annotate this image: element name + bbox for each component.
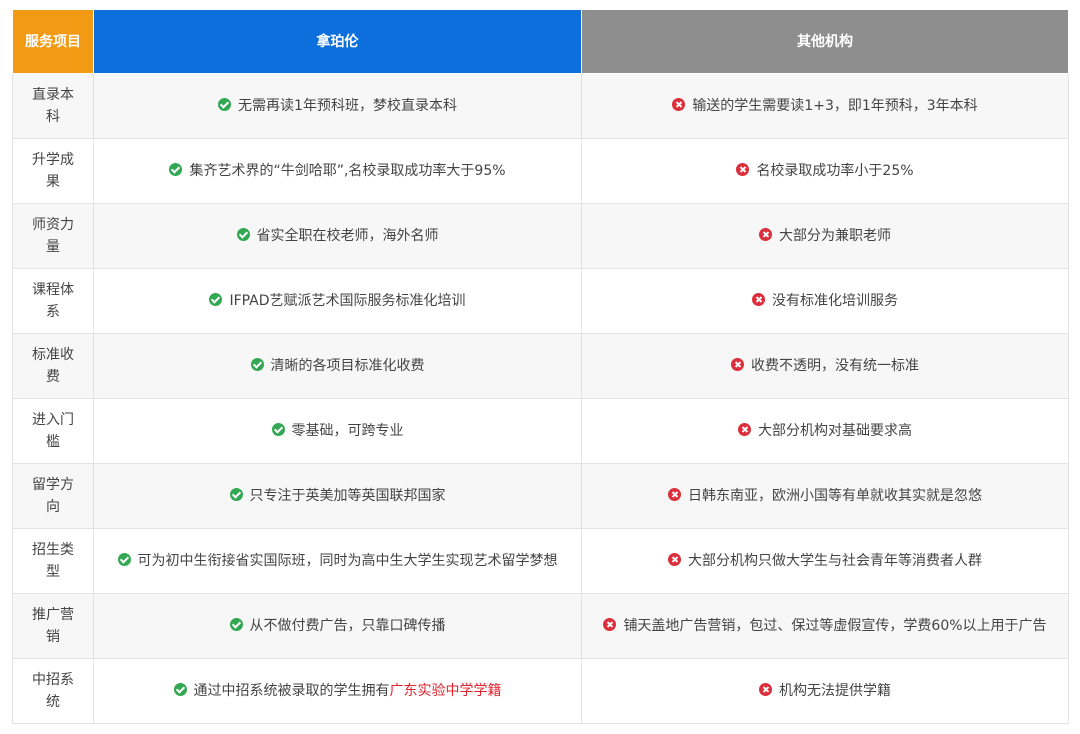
row-label: 留学方向 — [12, 463, 94, 529]
check-circle-icon — [229, 488, 243, 501]
table-row: 招生类型 可为初中生衔接省实国际班，同时为高中生大学生实现艺术留学梦想 大部分机… — [12, 528, 1069, 594]
napolun-cell: 无需再读1年预科班，梦校直录本科 — [93, 73, 582, 139]
check-circle-icon — [173, 683, 187, 696]
x-circle-icon — [752, 293, 765, 306]
check-circle-icon — [271, 423, 285, 436]
x-circle-icon — [668, 553, 681, 566]
others-cell: 机构无法提供学籍 — [581, 658, 1069, 724]
napolun-cell: 可为初中生衔接省实国际班，同时为高中生大学生实现艺术留学梦想 — [93, 528, 582, 594]
x-circle-icon — [736, 163, 750, 176]
check-circle-icon — [250, 358, 264, 371]
napolun-cell: 集齐艺术界的“牛剑哈耶”,名校录取成功率大于95% — [93, 138, 582, 204]
table-row: 标准收费 清晰的各项目标准化收费 收费不透明，没有统一标准 — [12, 333, 1069, 399]
header-napolun: 拿珀伦 — [93, 9, 582, 74]
others-text: 大部分为兼职老师 — [779, 228, 891, 244]
napolun-text: 从不做付费广告，只靠口碑传播 — [249, 618, 446, 634]
table-row: 留学方向 只专注于英美加等英国联邦国家 日韩东南亚，欧洲小国等有单就收其实就是忽… — [12, 463, 1069, 529]
row-label: 招生类型 — [12, 528, 94, 594]
napolun-text: 清晰的各项目标准化收费 — [270, 358, 425, 374]
others-text: 日韩东南亚，欧洲小国等有单就收其实就是忽悠 — [688, 488, 982, 504]
check-circle-icon — [209, 293, 223, 306]
napolun-cell: IFPAD艺赋派艺术国际服务标准化培训 — [93, 268, 582, 334]
others-text: 没有标准化培训服务 — [772, 293, 898, 309]
table-row: 进入门槛 零基础，可跨专业 大部分机构对基础要求高 — [12, 398, 1069, 464]
others-text: 大部分机构只做大学生与社会青年等消费者人群 — [688, 553, 982, 569]
others-cell: 日韩东南亚，欧洲小国等有单就收其实就是忽悠 — [581, 463, 1069, 529]
x-circle-icon — [759, 228, 772, 241]
napolun-text: 通过中招系统被录取的学生拥有 — [193, 683, 390, 699]
napolun-text: 可为初中生衔接省实国际班，同时为高中生大学生实现艺术留学梦想 — [137, 553, 558, 569]
others-text: 大部分机构对基础要求高 — [758, 423, 912, 439]
table-row: 中招系统 通过中招系统被录取的学生拥有广东实验中学学籍 机构无法提供学籍 — [12, 658, 1069, 724]
others-text: 铺天盖地广告营销，包过、保过等虚假宣传，学费60%以上用于广告 — [623, 618, 1047, 634]
check-circle-icon — [117, 553, 131, 566]
row-label: 推广营销 — [12, 593, 94, 659]
x-circle-icon — [668, 488, 681, 501]
others-cell: 铺天盖地广告营销，包过、保过等虚假宣传，学费60%以上用于广告 — [581, 593, 1069, 659]
comparison-table-container: 服务项目 拿珀伦 其他机构 直录本科 无需再读1年预科班，梦校直录本科 输送的学… — [12, 9, 1069, 724]
highlighted-text: 广东实验中学学籍 — [389, 683, 502, 699]
napolun-cell: 只专注于英美加等英国联邦国家 — [93, 463, 582, 529]
napolun-cell: 通过中招系统被录取的学生拥有广东实验中学学籍 — [93, 658, 582, 724]
row-label: 升学成果 — [12, 138, 94, 204]
table-row: 升学成果 集齐艺术界的“牛剑哈耶”,名校录取成功率大于95% 名校录取成功率小于… — [12, 138, 1069, 204]
row-label: 标准收费 — [12, 333, 94, 399]
others-text: 名校录取成功率小于25% — [756, 163, 914, 179]
x-circle-icon — [672, 98, 686, 111]
napolun-text: 省实全职在校老师，海外名师 — [256, 228, 439, 244]
comparison-table: 服务项目 拿珀伦 其他机构 直录本科 无需再读1年预科班，梦校直录本科 输送的学… — [12, 9, 1069, 724]
napolun-text: IFPAD艺赋派艺术国际服务标准化培训 — [229, 293, 466, 309]
napolun-cell: 省实全职在校老师，海外名师 — [93, 203, 582, 269]
others-cell: 大部分为兼职老师 — [581, 203, 1069, 269]
check-circle-icon — [218, 98, 232, 111]
napolun-cell: 清晰的各项目标准化收费 — [93, 333, 582, 399]
others-cell: 大部分机构对基础要求高 — [581, 398, 1069, 464]
x-circle-icon — [759, 683, 772, 696]
row-label: 直录本科 — [12, 73, 94, 139]
table-row: 直录本科 无需再读1年预科班，梦校直录本科 输送的学生需要读1+3，即1年预科，… — [12, 73, 1069, 139]
check-circle-icon — [236, 228, 250, 241]
others-text: 机构无法提供学籍 — [779, 683, 891, 699]
x-circle-icon — [731, 358, 744, 371]
others-text: 输送的学生需要读1+3，即1年预科，3年本科 — [692, 98, 978, 114]
napolun-text: 集齐艺术界的“牛剑哈耶”,名校录取成功率大于95% — [189, 163, 506, 179]
header-row: 服务项目 拿珀伦 其他机构 — [12, 9, 1069, 74]
others-cell: 输送的学生需要读1+3，即1年预科，3年本科 — [581, 73, 1069, 139]
napolun-text: 零基础，可跨专业 — [291, 423, 404, 439]
napolun-cell: 从不做付费广告，只靠口碑传播 — [93, 593, 582, 659]
row-label: 师资力量 — [12, 203, 94, 269]
header-other-institutions: 其他机构 — [581, 9, 1069, 74]
others-text: 收费不透明，没有统一标准 — [751, 358, 919, 374]
table-row: 课程体系 IFPAD艺赋派艺术国际服务标准化培训 没有标准化培训服务 — [12, 268, 1069, 334]
napolun-text: 无需再读1年预科班，梦校直录本科 — [238, 98, 457, 114]
table-row: 推广营销 从不做付费广告，只靠口碑传播 铺天盖地广告营销，包过、保过等虚假宣传，… — [12, 593, 1069, 659]
napolun-cell: 零基础，可跨专业 — [93, 398, 582, 464]
others-cell: 收费不透明，没有统一标准 — [581, 333, 1069, 399]
napolun-text: 只专注于英美加等英国联邦国家 — [249, 488, 446, 504]
row-label: 中招系统 — [12, 658, 94, 724]
others-cell: 名校录取成功率小于25% — [581, 138, 1069, 204]
others-cell: 没有标准化培训服务 — [581, 268, 1069, 334]
check-circle-icon — [229, 618, 243, 631]
row-label: 进入门槛 — [12, 398, 94, 464]
check-circle-icon — [169, 163, 183, 176]
table-row: 师资力量 省实全职在校老师，海外名师 大部分为兼职老师 — [12, 203, 1069, 269]
others-cell: 大部分机构只做大学生与社会青年等消费者人群 — [581, 528, 1069, 594]
row-label: 课程体系 — [12, 268, 94, 334]
x-circle-icon — [738, 423, 751, 436]
header-service-item: 服务项目 — [12, 9, 94, 74]
x-circle-icon — [603, 618, 617, 631]
